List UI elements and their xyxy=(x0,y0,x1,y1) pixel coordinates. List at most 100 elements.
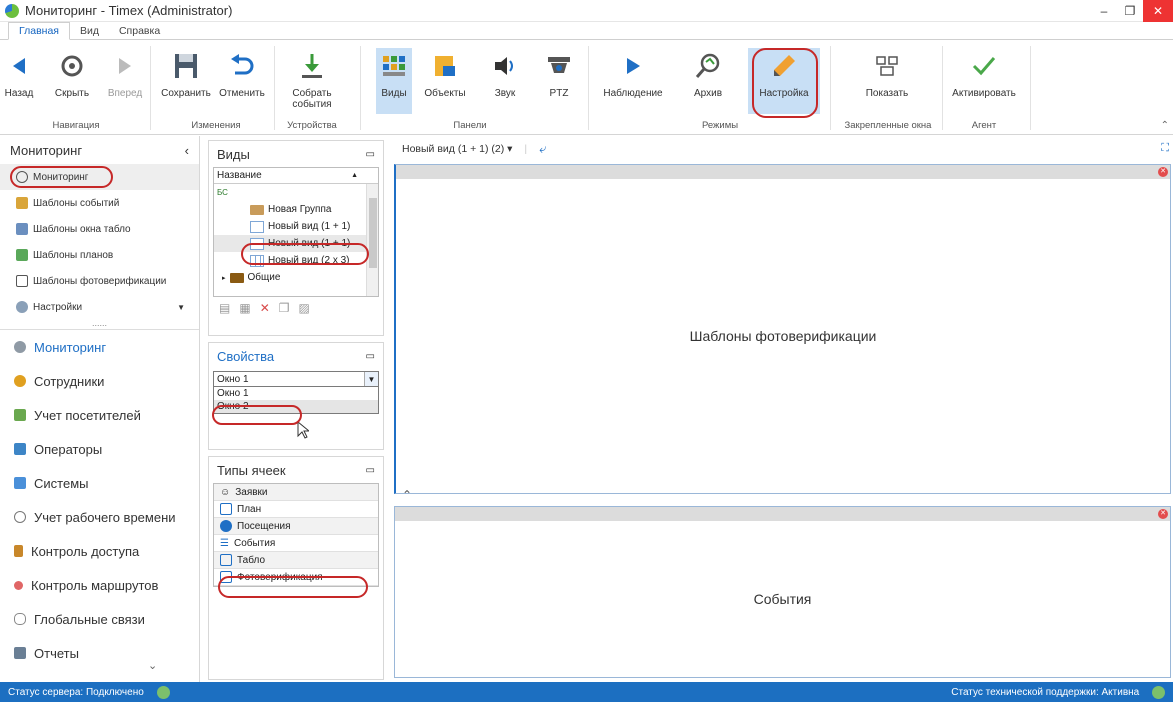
delete-icon[interactable]: ✕ xyxy=(260,301,270,315)
setup-mode-button[interactable]: Настройка xyxy=(748,48,820,114)
tree-column-header[interactable]: Название ▲ xyxy=(214,168,378,184)
undo-button[interactable]: Отменить xyxy=(218,48,266,99)
ptz-camera-icon xyxy=(541,48,577,84)
close-cell-icon[interactable]: ✕ xyxy=(1158,167,1168,177)
nav-operators[interactable]: Операторы xyxy=(0,432,199,466)
back-button[interactable]: Назад xyxy=(4,48,34,99)
nav-employees[interactable]: Сотрудники xyxy=(0,364,199,398)
views-panel-button[interactable]: Виды xyxy=(376,48,412,114)
title-bar: Мониторинг - Timex (Administrator) – ❐ ✕ xyxy=(0,0,1173,22)
cell-content-title: События xyxy=(753,591,812,607)
properties-panel-header: Свойства ▭ xyxy=(217,348,375,364)
chevron-down-icon[interactable]: ▼ xyxy=(364,372,378,386)
scroll-thumb[interactable] xyxy=(369,198,377,268)
cell-type-plan[interactable]: План xyxy=(214,501,378,518)
window-option-hover[interactable]: Окно 2 xyxy=(214,400,378,413)
tree-row-view[interactable]: Новый вид (1 + 1) xyxy=(214,218,378,235)
cell-type-photoverification[interactable]: Фотоверификация xyxy=(214,569,378,586)
objects-panel-button[interactable]: Объекты xyxy=(424,48,466,99)
expand-icon[interactable]: ▸ xyxy=(222,274,226,282)
views-panel-header: Виды ▭ xyxy=(217,146,375,162)
nav-access-control[interactable]: Контроль доступа xyxy=(0,534,199,568)
add-folder-icon[interactable]: ▦ xyxy=(239,301,250,315)
sub-board-templates[interactable]: Шаблоны окна табло xyxy=(0,216,199,242)
sub-photoverification-templates[interactable]: Шаблоны фотоверификации xyxy=(0,268,199,294)
close-cell-icon[interactable]: ✕ xyxy=(1158,509,1168,519)
forward-button[interactable]: Вперед xyxy=(108,48,142,99)
sub-settings[interactable]: Настройки ▼ xyxy=(0,294,199,320)
cell-top[interactable]: ✕ Шаблоны фотоверификации xyxy=(394,164,1171,494)
cell-types-header: Типы ячеек ▭ xyxy=(217,462,375,478)
minimize-panel-icon[interactable]: ▭ xyxy=(366,465,375,476)
chevron-down-icon[interactable]: ⌄ xyxy=(148,659,157,672)
settings-icon xyxy=(16,301,28,313)
nav-systems[interactable]: Системы xyxy=(0,466,199,500)
tab-help[interactable]: Справка xyxy=(109,23,170,39)
nav-work-time[interactable]: Учет рабочего времени xyxy=(0,500,199,534)
cell-header: ✕ xyxy=(395,507,1170,521)
window-select[interactable]: Окно 1 ▼ xyxy=(213,371,379,387)
board-icon xyxy=(220,554,232,566)
collapse-ribbon-icon[interactable]: ⌃ xyxy=(1161,120,1169,131)
tree-row-view-selected[interactable]: Новый вид (1 + 1) xyxy=(214,235,378,252)
undo-icon[interactable]: ⤶ xyxy=(539,141,546,157)
sound-panel-button[interactable]: Звук xyxy=(490,48,520,99)
copy-icon[interactable]: ❐ xyxy=(279,301,290,315)
collect-events-button[interactable]: Собрать события xyxy=(288,48,336,110)
tree-row-group[interactable]: Новая Группа xyxy=(214,201,378,218)
fullscreen-icon[interactable]: ⛶ xyxy=(1161,142,1169,155)
cell-bottom[interactable]: ✕ События xyxy=(394,506,1171,678)
tree-row-view[interactable]: Новый вид (2 x 3) xyxy=(214,252,378,269)
nav-route-control[interactable]: Контроль маршрутов xyxy=(0,568,199,602)
ribbon-separator xyxy=(830,46,831,130)
views-panel: Виды ▭ Название ▲ БС Новая Группа Новый … xyxy=(208,140,384,336)
tab-home[interactable]: Главная xyxy=(8,22,70,40)
save-button[interactable]: Сохранить xyxy=(158,48,214,99)
minimize-panel-icon[interactable]: ▭ xyxy=(366,351,375,362)
app-logo-icon xyxy=(5,3,19,18)
clock-icon xyxy=(14,511,26,523)
cell-type-events[interactable]: ☰ События xyxy=(214,535,378,552)
sub-event-templates[interactable]: Шаблоны событий xyxy=(0,190,199,216)
status-bar: Статус сервера: Подключено Статус технич… xyxy=(0,682,1173,702)
cell-type-visits[interactable]: Посещения xyxy=(214,518,378,535)
chevron-up-icon[interactable]: ⌃ xyxy=(402,488,412,502)
observe-mode-button[interactable]: Наблюдение xyxy=(600,48,666,99)
paste-icon[interactable]: ▨ xyxy=(299,301,310,315)
hide-button[interactable]: Скрыть xyxy=(54,48,90,99)
left-navigation: Мониторинг ‹ Мониторинг Шаблоны событий … xyxy=(0,136,200,682)
pinned-windows-icon xyxy=(869,48,905,84)
add-view-icon[interactable]: ▤ xyxy=(219,301,230,315)
nav-monitoring[interactable]: Мониторинг xyxy=(0,330,199,364)
window-option[interactable]: Окно 1 xyxy=(214,387,378,400)
ptz-panel-button[interactable]: PTZ xyxy=(544,48,574,99)
close-icon[interactable]: ✕ xyxy=(1143,0,1173,22)
tree-filter-row[interactable]: БС xyxy=(214,184,378,201)
sub-plan-templates[interactable]: Шаблоны планов xyxy=(0,242,199,268)
collapse-nav-icon[interactable]: ‹ xyxy=(185,143,189,158)
minimize-icon[interactable]: – xyxy=(1091,0,1117,22)
pencil-icon xyxy=(766,48,802,84)
views-toolbar: ▤ ▦ ✕ ❐ ▨ xyxy=(209,297,383,319)
archive-mode-button[interactable]: Архив xyxy=(690,48,726,99)
tab-view[interactable]: Вид xyxy=(70,23,109,39)
minimize-panel-icon[interactable]: ▭ xyxy=(366,149,375,160)
support-status-indicator xyxy=(1152,685,1165,699)
nav-reports[interactable]: Отчеты xyxy=(0,636,199,670)
activate-agent-button[interactable]: Активировать xyxy=(952,48,1016,99)
tree-scrollbar[interactable] xyxy=(366,184,378,296)
show-pinned-button[interactable]: Показать xyxy=(852,48,922,99)
cell-content-title: Шаблоны фотоверификации xyxy=(689,328,877,344)
visitors-icon xyxy=(14,409,26,421)
group-agent: Агент xyxy=(971,120,997,131)
splitter-dots[interactable]: ...... xyxy=(0,319,199,330)
tree-row-common[interactable]: ▸ Общие xyxy=(214,269,378,286)
nav-visitors[interactable]: Учет посетителей xyxy=(0,398,199,432)
restore-icon[interactable]: ❐ xyxy=(1117,0,1143,22)
nav-global-links[interactable]: Глобальные связи xyxy=(0,602,199,636)
current-view-dropdown[interactable]: Новый вид (1 + 1) (2) ▾ xyxy=(402,143,512,155)
door-icon xyxy=(14,545,23,557)
cell-type-requests[interactable]: ☺ Заявки xyxy=(214,484,378,501)
sub-monitoring[interactable]: Мониторинг xyxy=(0,164,199,190)
cell-type-board[interactable]: Табло xyxy=(214,552,378,569)
